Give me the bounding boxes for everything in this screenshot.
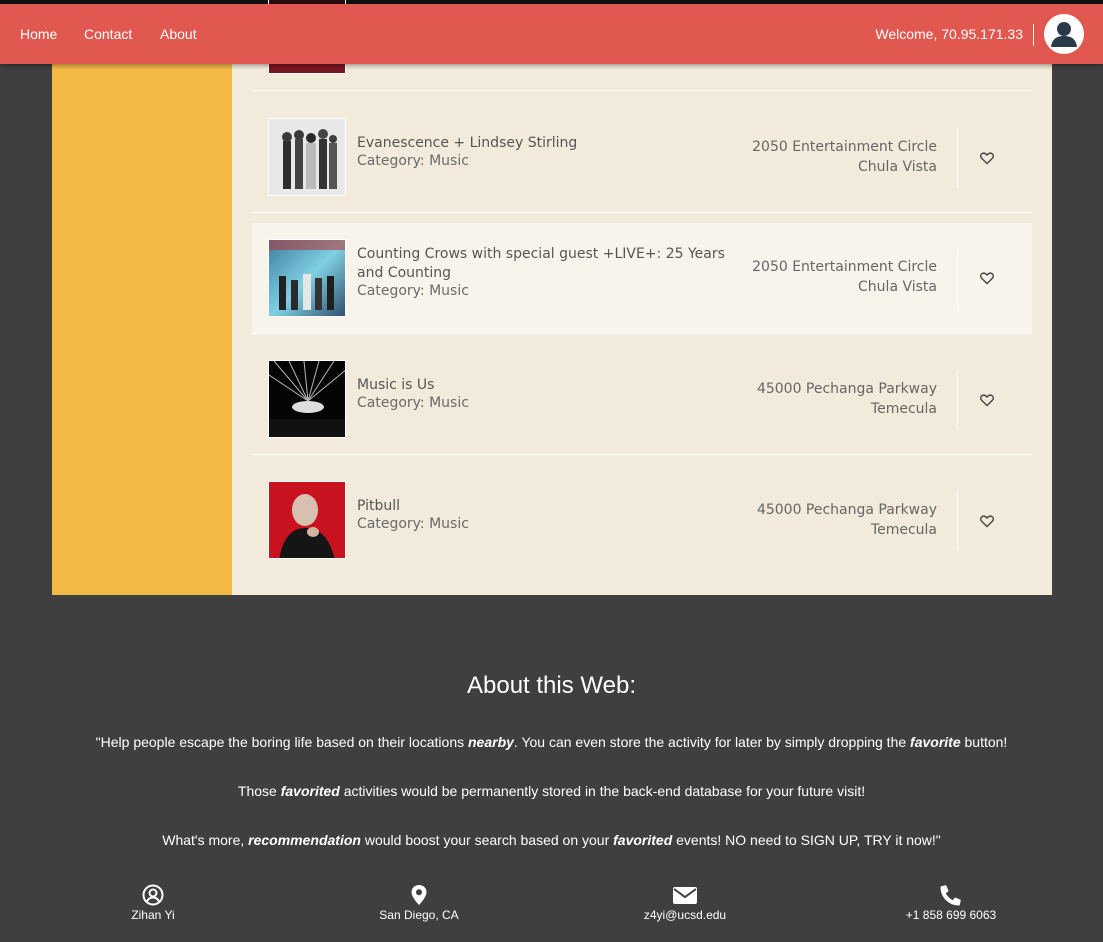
contact-location: San Diego, CA [339,884,499,922]
about-text: button! [960,734,1008,750]
event-street: 2050 Entertainment Circle [752,259,937,275]
event-list: Evanescence + Lindsey Stirling Category:… [232,0,1052,595]
heart-icon[interactable] [979,270,995,286]
phone-icon [940,885,961,906]
sidebar-panel [52,64,232,595]
event-street: 45000 Pechanga Parkway [756,381,937,397]
divider [957,249,958,309]
heart-icon[interactable] [979,150,995,166]
event-thumbnail [268,481,346,559]
event-thumbnail [268,360,346,438]
event-title[interactable]: Pitbull [357,497,747,516]
about-text: "Help people escape the boring life base… [95,734,468,750]
event-title[interactable]: Music is Us [357,376,747,395]
nav-contact-link[interactable]: Contact [84,26,132,42]
event-city: Temecula [870,401,937,417]
about-text: Those [237,783,281,799]
about-text: What's more, [162,832,249,848]
list-item[interactable]: Pitbull Category: Music 45000 Pechanga P… [252,455,1032,576]
about-text: . You can even store the activity for la… [513,734,911,750]
contact-phone-text: +1 858 699 6063 [905,908,997,922]
about-line-3: What's more, recommendation would boost … [0,832,1103,848]
about-emphasis: favorite [910,734,961,750]
about-emphasis: favorited [613,832,673,848]
event-title[interactable]: Evanescence + Lindsey Stirling [357,134,747,153]
event-thumbnail [268,239,346,317]
event-city: Temecula [870,522,937,538]
event-address: 2050 Entertainment Circle Chula Vista [752,257,937,297]
about-line-1: "Help people escape the boring life base… [0,734,1103,750]
contact-location-text: San Diego, CA [379,908,459,922]
user-avatar-icon[interactable] [1044,14,1084,54]
event-category: Category: Music [357,516,469,532]
event-address: 45000 Pechanga Parkway Temecula [757,379,937,419]
event-street: 45000 Pechanga Parkway [756,502,937,518]
list-item[interactable]: Evanescence + Lindsey Stirling Category:… [252,92,1032,213]
top-navbar: Home Contact About Welcome, 70.95.171.33 [0,4,1103,64]
header-divider [1033,24,1034,46]
contact-phone: +1 858 699 6063 [871,884,1031,922]
contact-email: z4yi@ucsd.edu [605,884,765,922]
event-city: Chula Vista [858,159,937,175]
nav-home-link[interactable]: Home [20,26,57,42]
contact-name-text: Zihan Yi [131,908,175,922]
about-line-2: Those favorited activities would be perm… [0,783,1103,799]
envelope-icon [673,887,697,904]
event-category: Category: Music [357,395,469,411]
event-street: 2050 Entertainment Circle [752,139,937,155]
about-text: activities would be permanently stored i… [339,783,866,799]
map-pin-icon [411,885,427,905]
heart-icon[interactable] [979,392,995,408]
event-category: Category: Music [357,153,469,169]
event-city: Chula Vista [858,279,937,295]
event-title[interactable]: Counting Crows with special guest +LIVE+… [357,245,747,283]
divider [957,128,958,188]
about-text: events! NO need to SIGN UP, TRY it now!" [672,832,941,848]
event-address: 2050 Entertainment Circle Chula Vista [752,137,937,177]
user-circle-icon [142,884,164,906]
list-item[interactable]: Music is Us Category: Music 45000 Pechan… [252,334,1032,455]
about-emphasis: favorited [280,783,340,799]
heart-icon[interactable] [979,513,995,529]
contact-name: Zihan Yi [73,884,233,922]
about-emphasis: nearby [468,734,514,750]
divider [957,370,958,430]
welcome-text: Welcome, 70.95.171.33 [875,26,1023,42]
about-emphasis: recommendation [248,832,361,848]
nav-about-link[interactable]: About [160,26,197,42]
about-text: would boost your search based on your [360,832,614,848]
event-address: 45000 Pechanga Parkway Temecula [757,500,937,540]
event-thumbnail [268,118,346,196]
event-category: Category: Music [357,283,469,299]
list-item[interactable]: Counting Crows with special guest +LIVE+… [252,223,1032,334]
contact-email-text[interactable]: z4yi@ucsd.edu [644,908,726,922]
footer-title: About this Web: [467,672,636,699]
divider [957,491,958,551]
